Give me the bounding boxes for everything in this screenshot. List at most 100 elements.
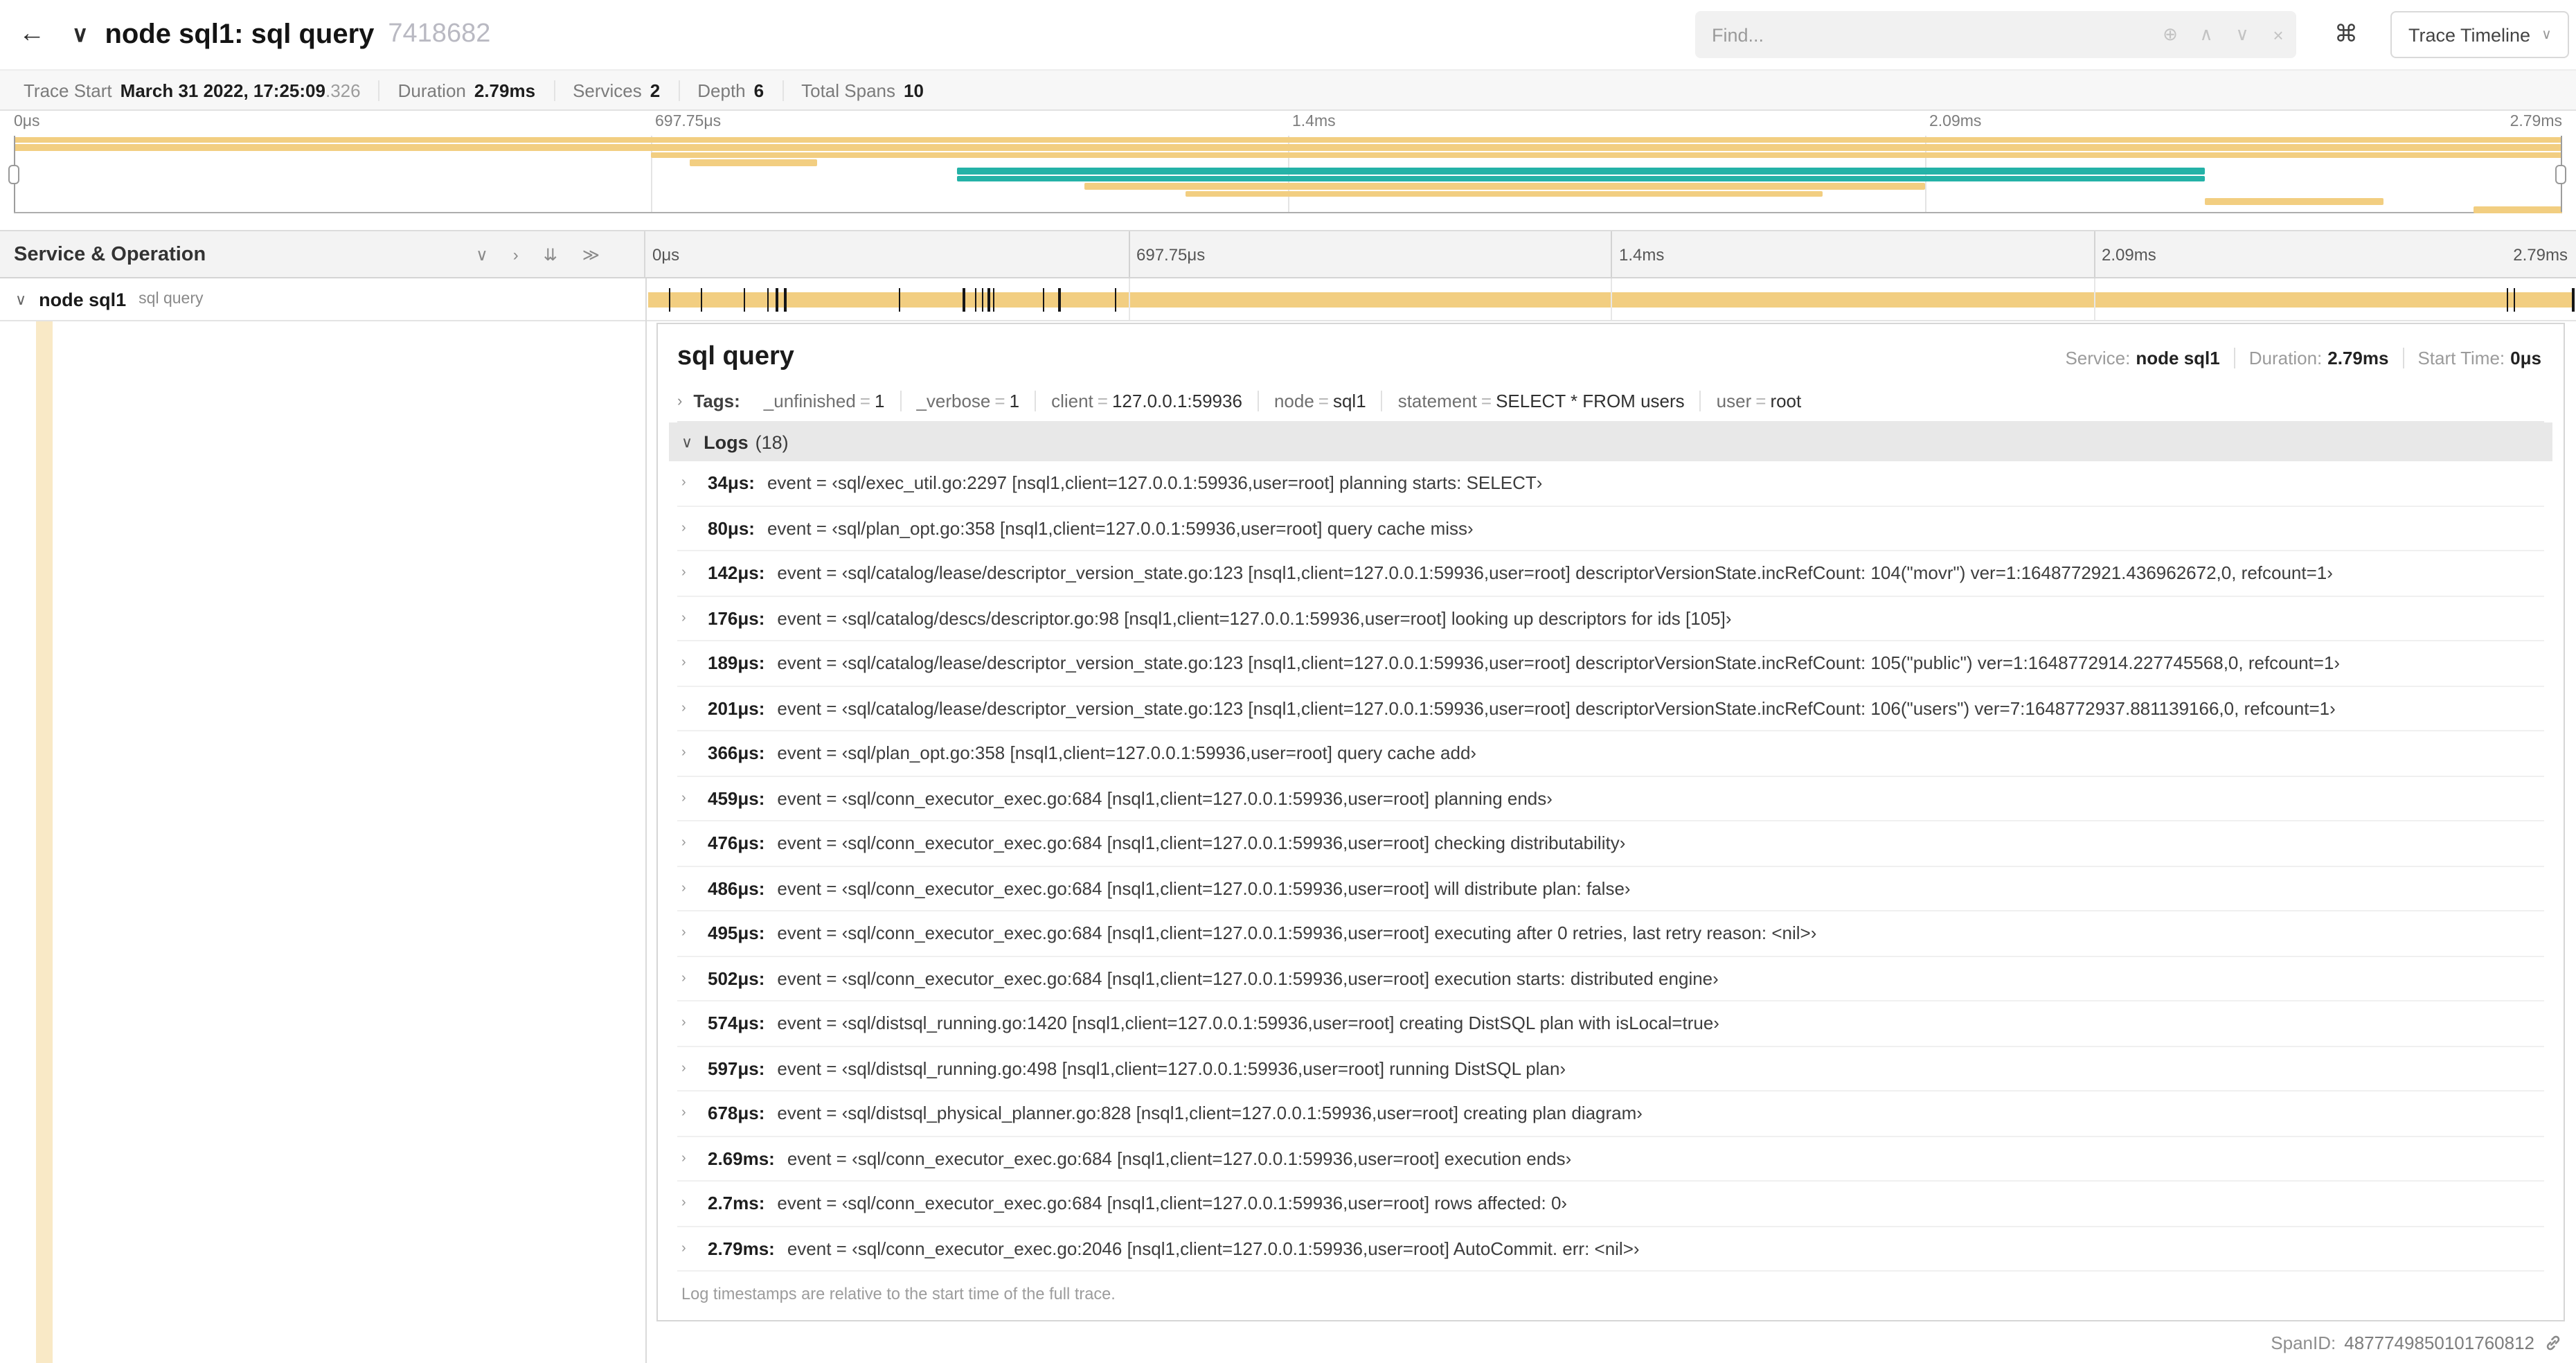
tag-item: node = sql1	[1257, 391, 1381, 411]
clear-find-icon[interactable]: ×	[2260, 24, 2296, 45]
chevron-right-icon[interactable]: ›	[681, 476, 702, 491]
span-detail-title: sql query	[677, 342, 794, 371]
chevron-right-icon[interactable]: ›	[681, 521, 702, 536]
collapse-one-icon[interactable]: ∨	[476, 244, 488, 264]
log-event-text: event = ‹sql/distsql_running.go:1420 [ns…	[777, 1013, 1719, 1034]
chevron-right-icon[interactable]: ›	[681, 566, 702, 581]
trace-view-label: Trace Timeline	[2408, 24, 2531, 45]
log-row[interactable]: › 495μs: event = ‹sql/conn_executor_exec.g…	[677, 911, 2544, 956]
log-tick-marker	[776, 288, 778, 312]
span-timeline-cell[interactable]	[645, 278, 2576, 320]
log-row[interactable]: › 2.69ms: event = ‹sql/conn_executor_exec.…	[677, 1137, 2544, 1182]
summary-item: Total Spans 10	[783, 80, 942, 100]
chevron-right-icon[interactable]: ›	[681, 791, 702, 806]
back-icon[interactable]: ←	[0, 19, 64, 50]
span-detail-header: sql query Service: node sql1 Duration: 2.79…	[677, 324, 2544, 381]
timeline-ruler: 0μs 697.75μs 1.4ms 2.09ms 2.79ms	[645, 231, 2576, 277]
trace-collapse-chevron-icon[interactable]: ∨	[72, 21, 88, 48]
chevron-right-icon[interactable]: ›	[681, 1241, 702, 1256]
log-row[interactable]: › 502μs: event = ‹sql/conn_executor_exec.g…	[677, 956, 2544, 1001]
span-operation-name: sql query	[138, 291, 204, 308]
trace-view-dropdown[interactable]: Trace Timeline ∨	[2390, 11, 2570, 58]
log-row[interactable]: › 2.7ms: event = ‹sql/conn_executor_exec.g…	[677, 1182, 2544, 1227]
link-icon[interactable]	[2544, 1334, 2562, 1352]
log-event-text: event = ‹sql/conn_executor_exec.go:2046 …	[787, 1238, 1640, 1259]
minimap-span-bar	[2205, 198, 2384, 205]
tag-value: root	[1770, 391, 1802, 411]
log-timestamp: 2.7ms:	[708, 1193, 765, 1214]
logs-accordion-header[interactable]: ∨ Logs (18)	[669, 422, 2552, 461]
span-row[interactable]: ∨ node sql1 sql query	[0, 278, 2576, 321]
log-tick-marker	[992, 288, 995, 312]
chevron-right-icon[interactable]: ›	[681, 881, 702, 896]
log-row[interactable]: › 574μs: event = ‹sql/distsql_running.go:1…	[677, 1001, 2544, 1046]
log-row[interactable]: › 486μs: event = ‹sql/conn_executor_exec.g…	[677, 866, 2544, 911]
logs-label: Logs	[704, 431, 749, 452]
chevron-right-icon[interactable]: ›	[681, 1106, 702, 1121]
span-detail-meta: Service: node sql1 Duration: 2.79ms Start Ti…	[2051, 347, 2544, 368]
tags-accordion[interactable]: › Tags: _unfinished = 1 _verbose = 1 client = 12…	[677, 381, 2544, 422]
expand-one-icon[interactable]: ›	[513, 244, 519, 264]
span-id-label: SpanID:	[2271, 1333, 2336, 1353]
chevron-right-icon[interactable]: ›	[681, 1151, 702, 1166]
log-row[interactable]: › 142μs: event = ‹sql/catalog/lease/descri…	[677, 551, 2544, 596]
minimap-span-bar	[1084, 183, 1925, 190]
log-row[interactable]: › 201μs: event = ‹sql/catalog/lease/descri…	[677, 686, 2544, 731]
log-timestamp: 502μs:	[708, 968, 765, 989]
chevron-right-icon[interactable]: ›	[681, 701, 702, 716]
log-row[interactable]: › 34μs: event = ‹sql/exec_util.go:2297 [ns…	[677, 461, 2544, 506]
log-row[interactable]: › 476μs: event = ‹sql/conn_executor_exec.g…	[677, 821, 2544, 866]
span-name-cell[interactable]: ∨ node sql1 sql query	[0, 278, 645, 320]
log-row[interactable]: › 189μs: event = ‹sql/catalog/lease/descri…	[677, 641, 2544, 686]
tag-equals: =	[1097, 391, 1108, 411]
chevron-down-icon[interactable]: ∨	[15, 290, 26, 308]
minimap-span-bar	[956, 168, 2206, 175]
log-tick-marker	[784, 288, 787, 312]
summary-label: Trace Start	[24, 80, 112, 100]
prev-match-icon[interactable]: ∧	[2188, 24, 2224, 46]
log-row[interactable]: › 80μs: event = ‹sql/plan_opt.go:358 [nsql…	[677, 506, 2544, 551]
span-indent-guide	[36, 321, 53, 1363]
minimap-canvas[interactable]	[8, 136, 2566, 213]
log-tick-marker	[2514, 288, 2516, 312]
chevron-right-icon[interactable]: ›	[681, 926, 702, 941]
expand-all-icon[interactable]: ≫	[582, 244, 600, 264]
scrubber-handle[interactable]	[8, 164, 19, 184]
keyboard-shortcuts-button[interactable]: ⌘	[2321, 11, 2371, 58]
detail-meta-label: Start Time:	[2417, 347, 2505, 368]
log-timestamp: 486μs:	[708, 878, 765, 899]
minimap-left-scrubber[interactable]	[8, 136, 19, 212]
log-row[interactable]: › 2.79ms: event = ‹sql/conn_executor_exec.…	[677, 1227, 2544, 1272]
trace-title: node sql1: sql query	[105, 19, 375, 49]
log-event-text: event = ‹sql/catalog/lease/descriptor_ve…	[777, 562, 2333, 584]
summary-value-suffix: .326	[325, 80, 361, 100]
log-row[interactable]: › 597μs: event = ‹sql/distsql_running.go:4…	[677, 1046, 2544, 1092]
log-timestamp: 678μs:	[708, 1103, 765, 1124]
chevron-right-icon[interactable]: ›	[681, 836, 702, 851]
minimap-right-scrubber[interactable]	[2555, 136, 2566, 212]
trace-id: 7418682	[388, 19, 491, 48]
chevron-right-icon[interactable]: ›	[681, 1196, 702, 1211]
chevron-right-icon[interactable]: ›	[681, 971, 702, 986]
log-row[interactable]: › 176μs: event = ‹sql/catalog/descs/descri…	[677, 596, 2544, 641]
collapse-all-icon[interactable]: ⇊	[544, 244, 557, 264]
tag-equals: =	[1318, 391, 1329, 411]
log-event-text: event = ‹sql/conn_executor_exec.go:684 […	[777, 1193, 1568, 1214]
chevron-right-icon[interactable]: ›	[681, 1016, 702, 1031]
summary-label: Duration	[397, 80, 466, 100]
next-match-icon[interactable]: ∨	[2224, 24, 2260, 46]
chevron-right-icon[interactable]: ›	[677, 393, 682, 409]
chevron-right-icon[interactable]: ›	[681, 1061, 702, 1076]
chevron-right-icon[interactable]: ›	[681, 746, 702, 761]
log-row[interactable]: › 366μs: event = ‹sql/plan_opt.go:358 [nsq…	[677, 731, 2544, 776]
log-row[interactable]: › 678μs: event = ‹sql/distsql_physical_pla…	[677, 1092, 2544, 1137]
minimap-axis-label: 2.79ms	[2510, 114, 2562, 130]
chevron-down-icon[interactable]: ∨	[681, 433, 692, 451]
chevron-right-icon[interactable]: ›	[681, 611, 702, 626]
timeline-gridline	[1128, 278, 1129, 320]
scrubber-handle[interactable]	[2555, 164, 2566, 184]
find-input[interactable]	[1695, 24, 2152, 45]
locate-match-icon[interactable]: ⊕	[2152, 24, 2188, 46]
chevron-right-icon[interactable]: ›	[681, 656, 702, 671]
log-row[interactable]: › 459μs: event = ‹sql/conn_executor_exec.g…	[677, 776, 2544, 821]
